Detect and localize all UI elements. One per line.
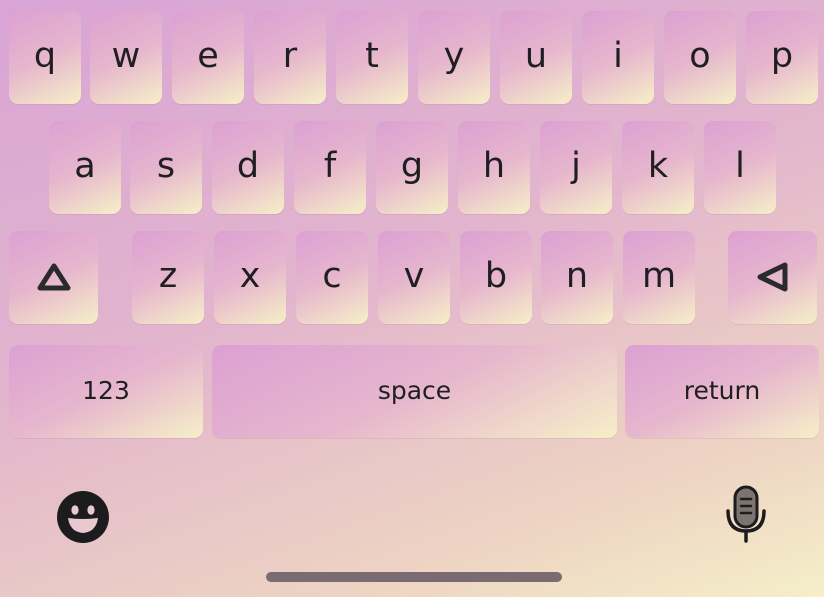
key-label: l xyxy=(735,146,745,186)
key-r[interactable]: r xyxy=(254,11,326,104)
key-d[interactable]: d xyxy=(212,121,284,214)
space-label: space xyxy=(377,376,452,405)
key-j[interactable]: j xyxy=(540,121,612,214)
key-e[interactable]: e xyxy=(172,11,244,104)
key-label: p xyxy=(770,36,794,76)
home-indicator[interactable] xyxy=(266,572,562,582)
key-label: k xyxy=(647,146,669,186)
microphone-button[interactable] xyxy=(722,484,770,544)
key-a[interactable]: a xyxy=(49,121,121,214)
key-n[interactable]: n xyxy=(541,231,613,324)
key-label: b xyxy=(484,256,508,296)
key-label: e xyxy=(197,36,219,76)
key-label: o xyxy=(689,36,711,76)
key-p[interactable]: p xyxy=(746,11,818,104)
key-b[interactable]: b xyxy=(460,231,532,324)
key-label: q xyxy=(33,36,57,76)
key-c[interactable]: c xyxy=(296,231,368,324)
key-k[interactable]: k xyxy=(622,121,694,214)
numbers-label: 123 xyxy=(82,376,130,405)
numbers-key[interactable]: 123 xyxy=(9,345,203,438)
backspace-key[interactable] xyxy=(728,231,817,324)
key-label: s xyxy=(156,146,176,186)
key-s[interactable]: s xyxy=(130,121,202,214)
key-label: f xyxy=(323,146,337,186)
key-label: i xyxy=(613,36,623,76)
key-label: n xyxy=(565,256,589,296)
backspace-icon xyxy=(757,262,787,291)
key-u[interactable]: u xyxy=(500,11,572,104)
key-label: v xyxy=(403,256,425,296)
key-l[interactable]: l xyxy=(704,121,776,214)
key-i[interactable]: i xyxy=(582,11,654,104)
key-label: g xyxy=(400,146,424,186)
key-label: m xyxy=(641,256,677,296)
return-label: return xyxy=(683,376,761,405)
key-label: w xyxy=(111,36,141,76)
key-h[interactable]: h xyxy=(458,121,530,214)
shift-icon xyxy=(37,263,70,290)
key-label: z xyxy=(158,256,178,296)
key-m[interactable]: m xyxy=(623,231,695,324)
key-q[interactable]: q xyxy=(9,11,81,104)
key-label: j xyxy=(571,146,581,186)
key-o[interactable]: o xyxy=(664,11,736,104)
emoji-button[interactable] xyxy=(56,490,110,544)
key-label: h xyxy=(482,146,506,186)
shift-key[interactable] xyxy=(9,231,98,324)
key-label: y xyxy=(443,36,465,76)
key-g[interactable]: g xyxy=(376,121,448,214)
key-label: t xyxy=(365,36,379,76)
key-w[interactable]: w xyxy=(90,11,162,104)
key-label: c xyxy=(322,256,342,296)
key-t[interactable]: t xyxy=(336,11,408,104)
emoji-icon xyxy=(57,491,109,543)
key-x[interactable]: x xyxy=(214,231,286,324)
microphone-icon xyxy=(726,485,766,543)
key-label: d xyxy=(236,146,260,186)
space-key[interactable]: space xyxy=(212,345,617,438)
key-label: a xyxy=(74,146,96,186)
key-v[interactable]: v xyxy=(378,231,450,324)
key-f[interactable]: f xyxy=(294,121,366,214)
return-key[interactable]: return xyxy=(625,345,819,438)
key-y[interactable]: y xyxy=(418,11,490,104)
key-label: r xyxy=(282,36,298,76)
keyboard: q w e r t y u i o p a s d f g h j k l z … xyxy=(0,0,824,597)
key-label: u xyxy=(524,36,548,76)
key-label: x xyxy=(239,256,261,296)
key-z[interactable]: z xyxy=(132,231,204,324)
